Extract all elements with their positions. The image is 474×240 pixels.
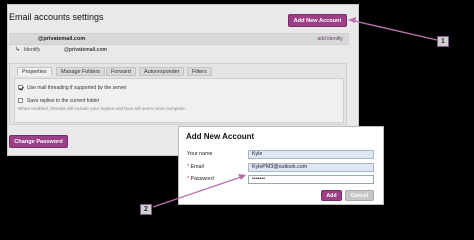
dialog-title: Add New Account bbox=[186, 132, 255, 141]
add-new-account-button[interactable]: Add New Account bbox=[288, 14, 347, 27]
identity-label: Identify bbox=[24, 47, 41, 53]
identity-email: @privatemail.com bbox=[64, 47, 107, 53]
save-replies-label: Save replies to the current folder bbox=[27, 98, 100, 104]
tab-filters[interactable]: Filters bbox=[187, 67, 212, 76]
callout-badge-1: 1 bbox=[437, 36, 449, 47]
page-title: Email accounts settings bbox=[9, 12, 104, 22]
email-label: * Email bbox=[187, 164, 204, 170]
tab-autoresponder[interactable]: Autoresponder bbox=[139, 67, 185, 76]
add-button[interactable]: Add bbox=[321, 190, 342, 201]
password-label: * Password bbox=[187, 176, 214, 182]
account-email: @privatemail.com bbox=[38, 36, 86, 42]
change-password-button[interactable]: Change Password bbox=[9, 135, 68, 148]
save-replies-checkbox[interactable] bbox=[18, 98, 23, 103]
identity-arrow-icon: ↳ bbox=[15, 47, 21, 53]
threading-label: Use mail threading if supported by the s… bbox=[27, 85, 127, 91]
identity-row[interactable]: ↳ Identify @privatemail.com bbox=[9, 44, 349, 56]
tab-forward[interactable]: Forward bbox=[106, 67, 136, 76]
add-identity-link[interactable]: add identity bbox=[317, 36, 343, 42]
callout-badge-2: 2 bbox=[140, 204, 152, 215]
password-field[interactable]: ••••••• bbox=[248, 175, 374, 184]
your-name-label: Your name bbox=[187, 151, 213, 157]
tab-manage-folders[interactable]: Manage Folders bbox=[56, 67, 105, 76]
your-name-field[interactable]: Kyle bbox=[248, 150, 374, 159]
threading-hint: When enabled, threads will include your … bbox=[18, 106, 187, 111]
threading-checkbox[interactable] bbox=[18, 85, 23, 90]
email-field[interactable]: KylePM3@outlook.com bbox=[248, 163, 374, 172]
callout-arrow-1 bbox=[349, 19, 438, 41]
cancel-button[interactable]: Cancel bbox=[345, 190, 374, 201]
tab-properties[interactable]: Properties bbox=[17, 67, 52, 76]
